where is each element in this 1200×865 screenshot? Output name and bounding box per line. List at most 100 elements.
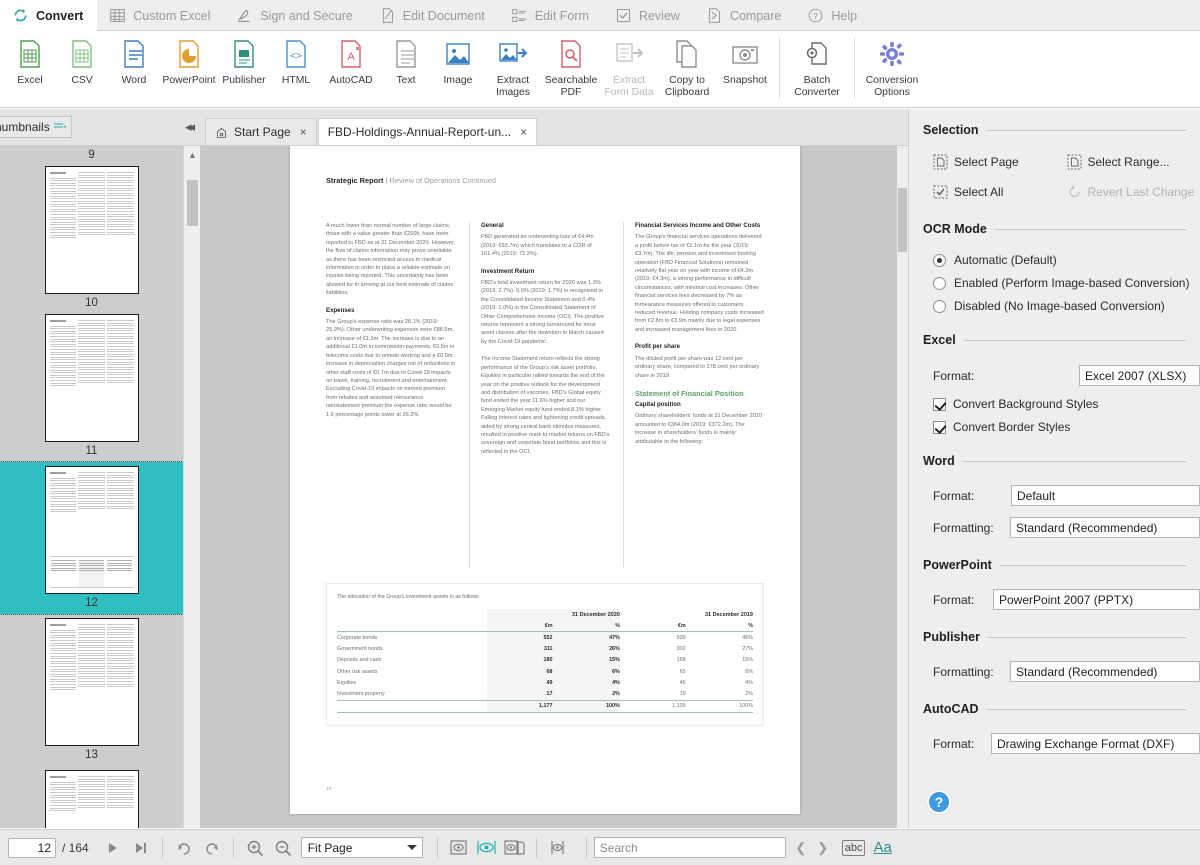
cell-m2020: 17 (486, 688, 553, 700)
extract-images-button[interactable]: Extract Images (484, 31, 542, 98)
thumbnails-view-selector[interactable]: humbnails (0, 116, 72, 138)
page-number-input[interactable]: 12 (8, 837, 56, 858)
row-label: Deposits and cash (337, 657, 382, 664)
select-range-button[interactable]: Select Range... (1067, 154, 1200, 170)
zoom-out-icon (275, 840, 291, 856)
page-columns: A much lower than normal number of large… (326, 222, 764, 567)
scroll-up-icon[interactable]: ▲ (184, 146, 200, 163)
ocr-option-enabled[interactable]: Enabled (Perform Image-based Conversion) (909, 276, 1200, 290)
thumbnail-item-selected[interactable]: 12 (0, 461, 184, 615)
convert-csv-button[interactable]: CSV (56, 31, 108, 87)
cell-p2020: 26% (552, 643, 620, 655)
snapshot-button[interactable]: Snapshot (716, 31, 774, 87)
ribbon-tab-convert[interactable]: Convert (0, 0, 98, 31)
word-format-select[interactable]: Default (1011, 485, 1200, 506)
convert-publisher-button[interactable]: Publisher (218, 31, 270, 87)
thumbnail-item[interactable] (0, 766, 183, 828)
thumbnail-page-number: 13 (85, 749, 98, 761)
ribbon-tab-review[interactable]: Review (603, 0, 694, 31)
view-mode-single-button[interactable] (445, 835, 473, 861)
convert-excel-button[interactable]: Excel (4, 31, 56, 87)
view-mode-continuous-button[interactable] (473, 835, 501, 861)
scrollbar-thumb[interactable] (898, 188, 907, 252)
copy-to-clipboard-button[interactable]: Copy to Clipboard (658, 31, 716, 98)
radio-button[interactable] (933, 299, 946, 313)
facing-pages-view-icon (504, 840, 525, 855)
group-autocad: AutoCAD (909, 702, 1200, 716)
radio-button[interactable] (933, 276, 946, 290)
status-bar: 12 / 164 Fit Page Search ❮ ❯ abc Aa (0, 829, 1200, 865)
chevron-down-icon (406, 845, 417, 850)
next-page-button[interactable] (99, 835, 127, 861)
tab-start-page[interactable]: Start Page × (205, 118, 317, 145)
pdf-page: Strategic Report | Review of Operations … (290, 146, 800, 814)
ribbon-tab-edit-form[interactable]: Edit Form (499, 0, 603, 31)
ocr-option-disabled[interactable]: Disabled (No Image-based Conversion) (909, 299, 1200, 313)
button-label: Snapshot (723, 75, 767, 86)
powerpoint-format-select[interactable]: PowerPoint 2007 (PPTX) (993, 589, 1200, 610)
document-scrollbar[interactable] (897, 146, 908, 828)
ribbon-tab-edit-document[interactable]: Edit Document (367, 0, 499, 31)
rotate-right-icon (178, 842, 190, 855)
convert-image-button[interactable]: Image (432, 31, 484, 87)
autocad-format-select[interactable]: Drawing Exchange Format (DXF) (991, 733, 1200, 754)
thumbnail-item[interactable]: 9 (0, 146, 183, 294)
radio-button[interactable] (933, 253, 946, 267)
scrollbar-thumb[interactable] (187, 180, 198, 226)
search-prev-button[interactable]: ❮ (790, 837, 812, 859)
word-formatting-select[interactable]: Standard (Recommended) (1010, 517, 1200, 538)
view-mode-fullscreen-button[interactable] (544, 835, 572, 861)
table-unit-em-2020: €m (486, 620, 553, 632)
select-all-button[interactable]: Select All (933, 184, 1067, 200)
search-next-button[interactable]: ❯ (812, 837, 834, 859)
heading-profit-per-share: Profit per share (634, 343, 681, 351)
select-page-button[interactable]: Select Page (933, 154, 1067, 170)
conversion-options-button[interactable]: Conversion Options (860, 31, 924, 98)
close-icon[interactable]: × (520, 125, 527, 139)
group-excel: Excel (909, 333, 1200, 347)
tab-fbd-annual-report[interactable]: FBD-Holdings-Annual-Report-un... × (317, 118, 538, 145)
searchable-pdf-button[interactable]: Searchable PDF (542, 31, 600, 98)
thumbnail-item[interactable]: 10 (0, 294, 183, 442)
table-period-2019: 31 December 2019 (704, 611, 753, 618)
thumbnail-scrollbar[interactable]: ▲ ▼ (183, 146, 200, 828)
ribbon-tab-custom-excel[interactable]: Custom Excel (97, 0, 224, 31)
collapse-left-icon[interactable]: ◂◂ (185, 119, 195, 135)
checkbox[interactable] (933, 397, 946, 411)
rotate-counterclockwise-button[interactable] (198, 835, 226, 861)
convert-text-button[interactable]: Text (380, 31, 432, 87)
convert-word-button[interactable]: Word (108, 31, 160, 87)
convert-html-button[interactable]: <> HTML (270, 31, 322, 87)
close-icon[interactable]: × (300, 125, 307, 139)
match-case-button[interactable]: Aa (873, 839, 891, 856)
ribbon-tab-help[interactable]: ? Help (795, 0, 871, 31)
search-input[interactable]: Search (593, 837, 786, 858)
batch-converter-button[interactable]: Batch Converter (785, 31, 849, 98)
zoom-level-select[interactable]: Fit Page (300, 837, 423, 858)
ribbon-tab-sign-and-secure[interactable]: Sign and Secure (224, 0, 366, 31)
thumbnail-item[interactable]: 13 (0, 614, 183, 766)
thumbnail-page-number: 9 (88, 149, 95, 161)
searchable-pdf-icon (561, 40, 581, 68)
convert-autocad-button[interactable]: A AutoCAD (322, 31, 380, 87)
thumbnail-item[interactable]: 11 (0, 442, 183, 462)
match-whole-word-button[interactable]: abc (841, 839, 866, 856)
excel-convert-background-styles-checkbox[interactable]: Convert Background Styles (909, 397, 1200, 411)
publisher-formatting-select[interactable]: Standard (Recommended) (1010, 661, 1200, 682)
convert-powerpoint-button[interactable]: PowerPoint (160, 31, 218, 87)
checkbox[interactable] (933, 420, 946, 434)
ribbon-tab-label: Compare (729, 8, 782, 23)
excel-convert-border-styles-checkbox[interactable]: Convert Border Styles (909, 420, 1200, 434)
ribbon-tab-compare[interactable]: Compare (694, 0, 795, 31)
excel-format-select[interactable]: Excel 2007 (XLSX) (1079, 365, 1200, 386)
ocr-option-automatic[interactable]: Automatic (Default) (909, 253, 1200, 267)
help-button[interactable]: ? (927, 790, 951, 814)
zoom-out-button[interactable] (269, 835, 297, 861)
rotate-clockwise-button[interactable] (170, 835, 198, 861)
last-page-button[interactable] (127, 835, 155, 861)
home-icon (217, 127, 226, 138)
document-viewer[interactable]: ▸▸ Strategic Report | Review of Operatio… (200, 146, 908, 828)
cell-m2020: 180 (486, 654, 553, 666)
zoom-in-button[interactable] (241, 835, 269, 861)
view-mode-facing-button[interactable] (501, 835, 529, 861)
